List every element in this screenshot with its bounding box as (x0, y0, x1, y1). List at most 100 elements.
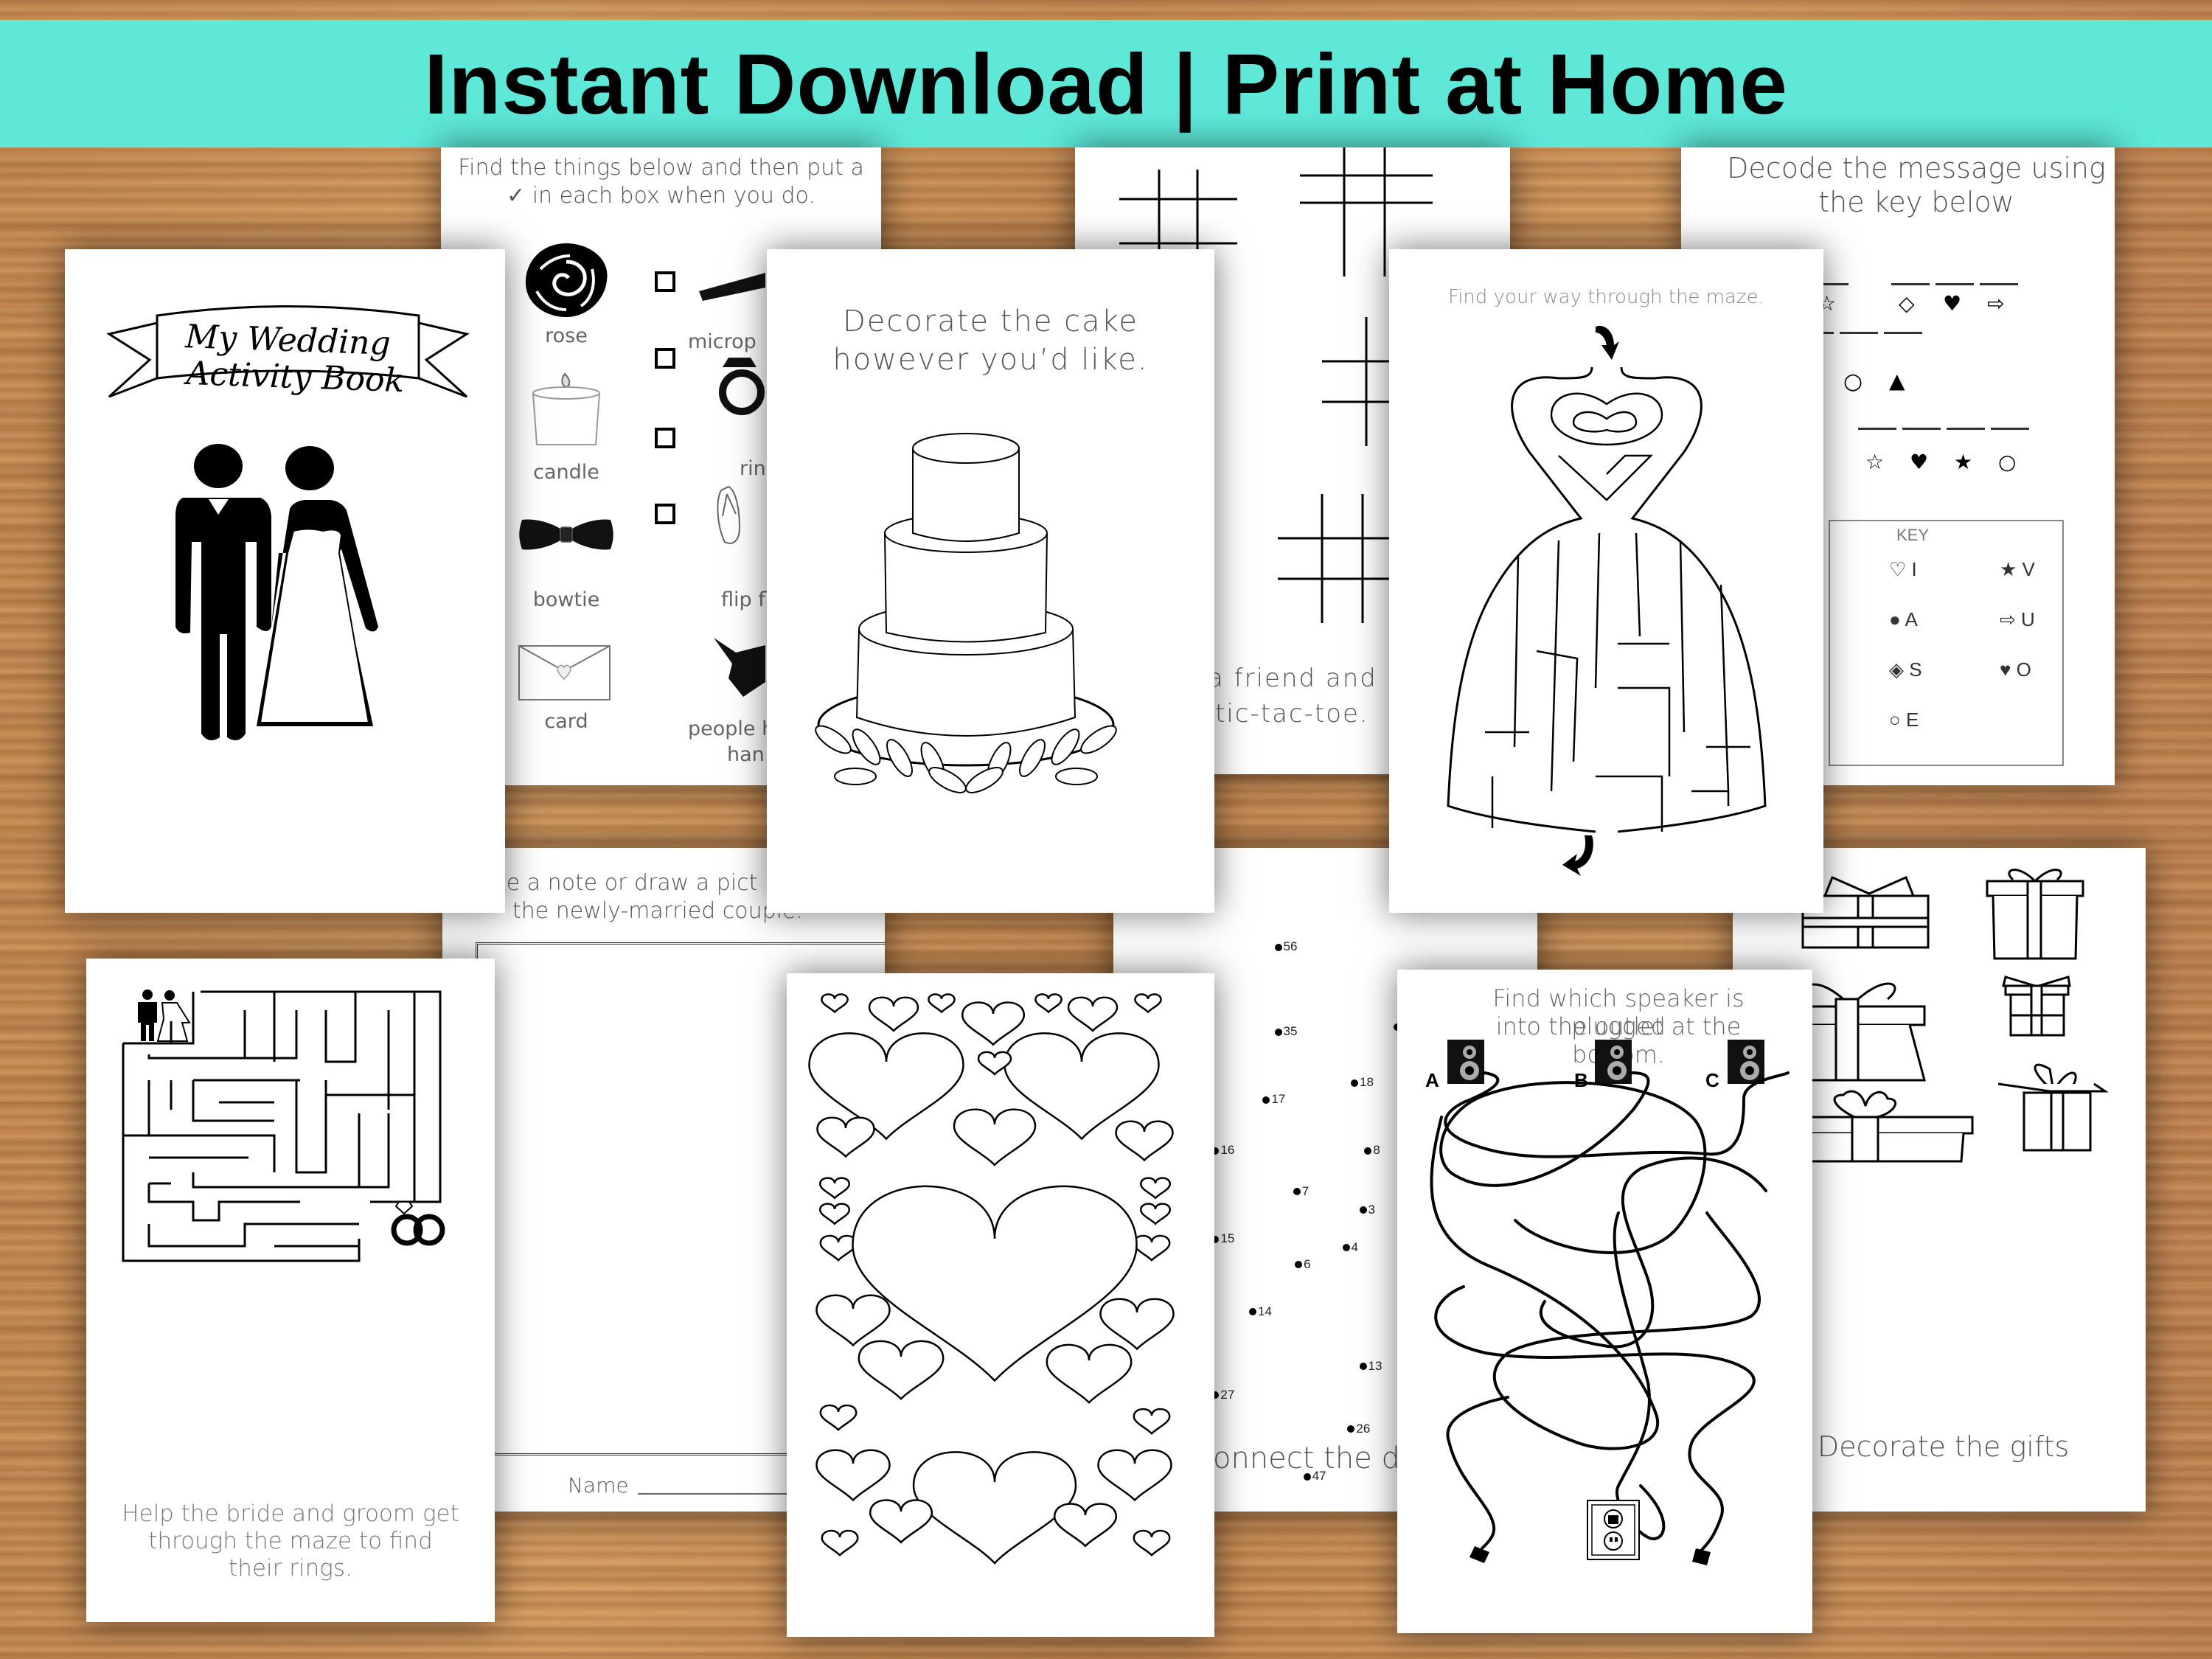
heart-outline (1139, 1177, 1172, 1200)
dot-point: 14 (1249, 1304, 1272, 1319)
dot-point: 56 (1275, 939, 1298, 954)
gift-icon (2002, 975, 2071, 1037)
heart-outline (953, 1108, 1037, 1166)
key-row: ★ V (2000, 558, 2035, 580)
heart-outline (1053, 1503, 1118, 1548)
key-row: ♡ I (1889, 558, 1917, 580)
heart-outline (912, 1451, 1077, 1565)
tangled-cords-icon (1430, 1071, 1790, 1565)
heart-outline (1133, 1408, 1171, 1436)
rose-icon (525, 243, 608, 317)
blank-line (1858, 428, 1896, 430)
cipher-symbol: ○ (1998, 450, 2017, 474)
dress-maze-icon (1447, 326, 1767, 876)
checkbox-1[interactable] (655, 271, 675, 292)
cipher-symbol: ♥ (1943, 291, 1962, 316)
page-cover: My Wedding Activity Book (65, 249, 505, 913)
cipher-symbol: ☆ (1865, 450, 1885, 474)
heart-outline (1034, 993, 1062, 1014)
flip-flops-icon (717, 485, 741, 544)
item-label-card: card (544, 710, 588, 733)
cipher-symbol: ▲ (1889, 369, 1905, 393)
heart-outline (1139, 1203, 1172, 1225)
header-banner: Instant Download | Print at Home (0, 20, 2212, 147)
gift-icon (1798, 982, 1926, 1082)
cipher-symbol: ○ (1843, 369, 1863, 394)
checkbox-2[interactable] (655, 348, 675, 369)
page-dress-maze: Find your way through the maze. (1389, 249, 1823, 913)
item-label-rose: rose (545, 324, 588, 347)
hearts-coloring-icon (808, 993, 1175, 1565)
decode-instruction-2: the key below (1818, 186, 2014, 218)
bowtie-icon (519, 519, 613, 550)
dot-point: 26 (1347, 1422, 1370, 1436)
decode-instruction-1: Decode the message using (1727, 152, 2106, 184)
gifts-instruction: Decorate the gifts (1818, 1430, 2070, 1463)
dot-point: 3 (1360, 1203, 1375, 1217)
heart-outline (1046, 1343, 1133, 1405)
dot-point: 15 (1211, 1231, 1234, 1246)
blank-line (1935, 283, 1974, 285)
heart-outline (1097, 1449, 1172, 1502)
heart-outline (1133, 1529, 1171, 1557)
ring-maze-instruction-2: through the maze to find (148, 1528, 433, 1554)
heart-outline (818, 1203, 851, 1225)
decode-key-box: KEY ♡ I ● A ◈ S ○ E ★ V ⇨ U ♥ O (1829, 520, 2064, 766)
cipher-symbol: ★ (1954, 450, 1973, 474)
heart-outline (928, 993, 956, 1014)
blank-line (1980, 283, 2018, 285)
dot-point: 6 (1295, 1257, 1310, 1272)
heart-outline (1133, 1234, 1171, 1262)
cipher-symbol: ♥ (1910, 450, 1929, 474)
item-label-bowtie: bowtie (532, 588, 600, 611)
blank-line (1947, 428, 1985, 430)
heart-outline (858, 1340, 945, 1401)
blank-line (1991, 428, 2029, 430)
dot-point: 16 (1211, 1143, 1234, 1158)
heart-outline (961, 1001, 1026, 1046)
dot-point: 8 (1364, 1143, 1380, 1158)
blank-line (1902, 428, 1941, 430)
dot-point: 7 (1293, 1184, 1309, 1199)
dot-point: 18 (1351, 1075, 1374, 1090)
checklist-instruction-1: Find the things below and then put a (458, 155, 864, 181)
key-row: ● A (1889, 608, 1918, 630)
cipher-symbol: ◇ (1899, 291, 1915, 316)
heart-outline (816, 1116, 875, 1158)
key-row: ○ E (1889, 709, 1919, 731)
heart-outline (1067, 996, 1119, 1032)
checkbox-3[interactable] (655, 428, 675, 448)
cake-instruction-2: however you’d like. (832, 343, 1149, 377)
dot-point: 4 (1343, 1240, 1358, 1255)
dot-point: 27 (1211, 1388, 1234, 1402)
bride-and-groom-icon (175, 444, 378, 740)
wedding-rings-icon (391, 1201, 445, 1246)
microphone-icon (699, 273, 765, 301)
dot-point: 35 (1275, 1024, 1298, 1039)
heart-outline (868, 996, 919, 1032)
candle-icon (532, 372, 600, 445)
heart-outline (869, 1499, 933, 1544)
dot-point: 13 (1360, 1359, 1382, 1374)
item-label-candle: candle (533, 461, 599, 484)
banner-title: Instant Download | Print at Home (424, 35, 1788, 132)
key-row: ◈ S (1889, 658, 1922, 681)
key-title: KEY (1896, 526, 1930, 544)
blank-line (1840, 332, 1878, 334)
heart-outline (818, 1177, 851, 1200)
heart-outline (815, 1449, 891, 1502)
checkbox-4[interactable] (655, 504, 675, 524)
page-ring-maze: Help the bride and groom get through the… (86, 959, 495, 1622)
ring-icon (719, 358, 765, 415)
gift-icon (1997, 1063, 2109, 1152)
dress-maze-instruction: Find your way through the maze. (1448, 286, 1764, 308)
wedding-cake-icon (815, 433, 1117, 793)
dot-point: 17 (1262, 1092, 1285, 1107)
envelope-card-icon (518, 645, 611, 700)
heart-outline (1115, 1120, 1174, 1162)
holding-hands-icon (714, 638, 765, 697)
blank-line (1891, 283, 1930, 285)
note-name-label: Name (568, 1473, 629, 1498)
cipher-symbol: ⇨ (1987, 291, 2005, 316)
heart-outline (1134, 993, 1162, 1014)
